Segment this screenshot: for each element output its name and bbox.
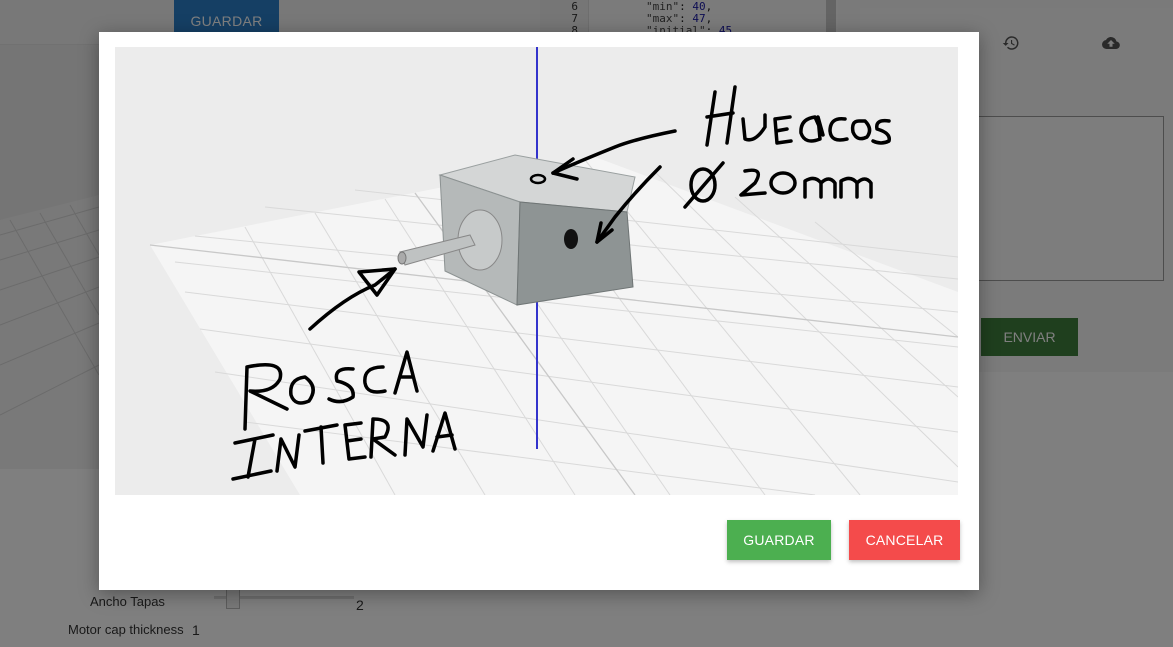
sketch-canvas[interactable] xyxy=(115,47,958,495)
modal-cancel-button[interactable]: CANCELAR xyxy=(849,520,960,560)
modal-save-button[interactable]: GUARDAR xyxy=(727,520,831,560)
sketch-modal: GUARDAR CANCELAR xyxy=(99,32,979,590)
sketch-scene xyxy=(149,47,958,495)
